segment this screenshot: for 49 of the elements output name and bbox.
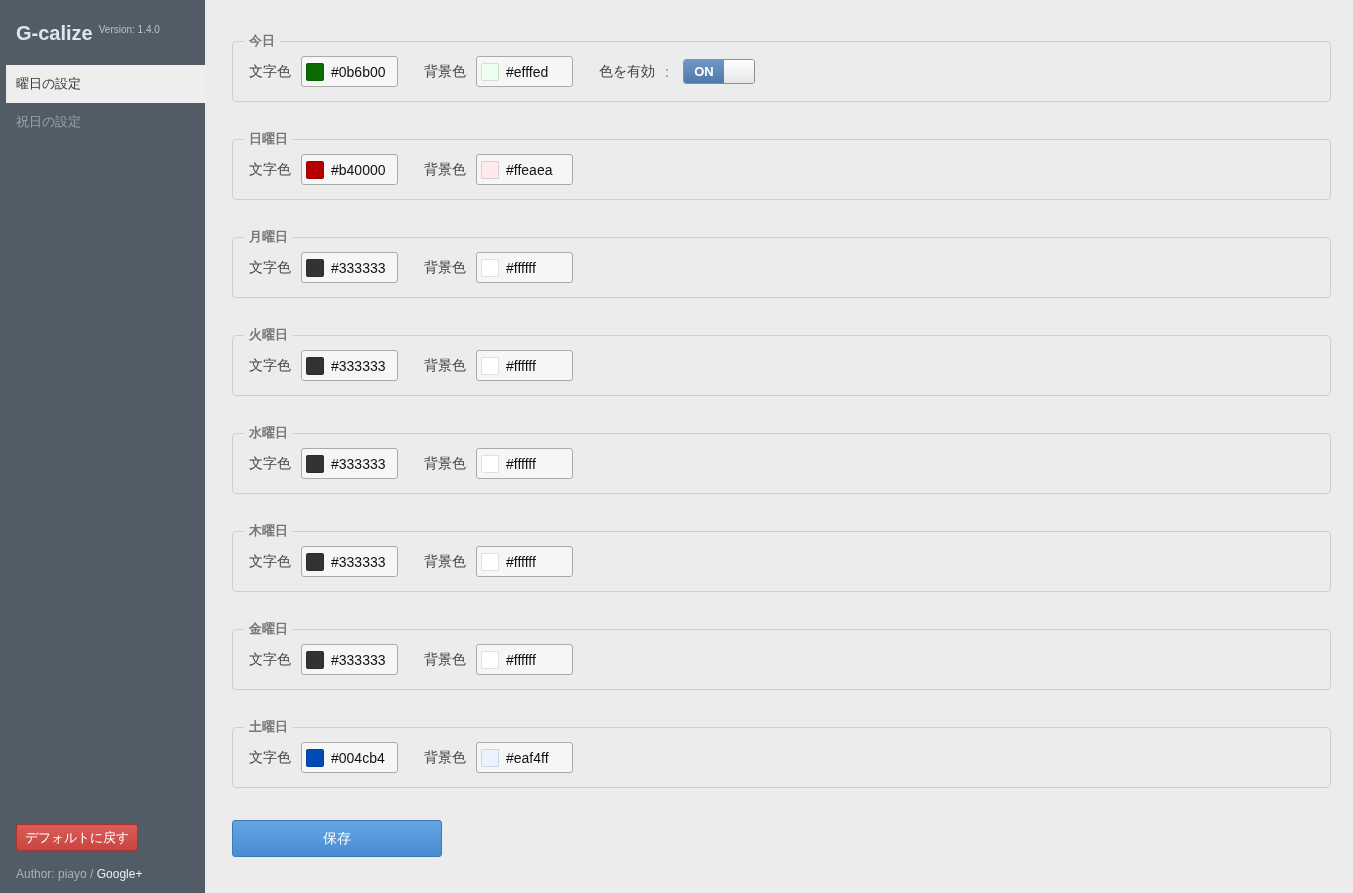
field-label: 背景色 (424, 356, 466, 375)
color-input-field[interactable]: #333333 (301, 644, 398, 675)
color-input-field[interactable]: #ffffff (476, 546, 573, 577)
field-label: 背景色 (424, 62, 466, 81)
section-legend: 月曜日 (244, 228, 293, 246)
section-legend: 火曜日 (244, 326, 293, 344)
field-label: 背景色 (424, 748, 466, 767)
section-legend: 木曜日 (244, 522, 293, 540)
color-input-field[interactable]: #333333 (301, 546, 398, 577)
color-input-field[interactable]: #333333 (301, 350, 398, 381)
field-label: 背景色 (424, 454, 466, 473)
color-input-field[interactable]: #ffeaea (476, 154, 573, 185)
app-title: G-calize (16, 22, 93, 45)
colon-separator: : (665, 63, 669, 80)
version-label: Version: 1.4.0 (98, 24, 160, 35)
color-input-field[interactable]: #0b6b00 (301, 56, 398, 87)
color-input-field[interactable]: #eaf4ff (476, 742, 573, 773)
field-label: 文字色 (249, 258, 291, 277)
color-input-field[interactable]: #004cb4 (301, 742, 398, 773)
section-legend: 今日 (244, 32, 280, 50)
toggle-switch[interactable]: ON (682, 59, 755, 84)
color-input-field[interactable]: #333333 (301, 252, 398, 283)
section-legend: 水曜日 (244, 424, 293, 442)
field-label: 文字色 (249, 748, 291, 767)
field-label: 文字色 (249, 650, 291, 669)
section-legend: 金曜日 (244, 620, 293, 638)
color-input-field[interactable]: #efffed (476, 56, 573, 87)
field-label: 文字色 (249, 160, 291, 179)
field-label: 文字色 (249, 62, 291, 81)
color-input-field[interactable]: #ffffff (476, 644, 573, 675)
reset-default-button[interactable]: デフォルトに戻す (16, 824, 138, 851)
field-label: 背景色 (424, 160, 466, 179)
section-legend: 土曜日 (244, 718, 293, 736)
color-input-field[interactable]: #333333 (301, 448, 398, 479)
color-input-field[interactable]: #ffffff (476, 350, 573, 381)
field-label: 文字色 (249, 552, 291, 571)
color-input-field[interactable]: #ffffff (476, 252, 573, 283)
field-label: 背景色 (424, 650, 466, 669)
field-label: 文字色 (249, 356, 291, 375)
field-label: 文字色 (249, 454, 291, 473)
author-credit: Author: piayo / Google+ (15, 866, 144, 883)
toggle-label: 色を有効 (599, 62, 655, 81)
color-input-field[interactable]: #b40000 (301, 154, 398, 185)
sidebar-nav-item[interactable]: 曜日の設定 (6, 65, 205, 103)
color-input-field[interactable]: #ffffff (476, 448, 573, 479)
section-legend: 日曜日 (244, 130, 293, 148)
field-label: 背景色 (424, 552, 466, 571)
field-label: 背景色 (424, 258, 466, 277)
google-plus-link[interactable]: Google+ (96, 867, 143, 881)
